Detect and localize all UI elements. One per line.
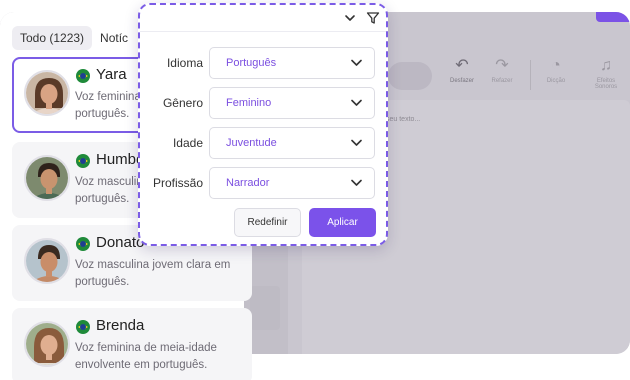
- voice-name: Donato: [96, 234, 145, 251]
- chevron-down-icon: [351, 179, 362, 186]
- app-screen: ↶ Desfazer ↷ Refazer ◔ Dicção ♫ Efeitos …: [0, 0, 630, 380]
- chevron-down-icon: [351, 99, 362, 106]
- music-note-icon: ♫: [600, 57, 612, 74]
- filter-row-gender: Gênero Feminino: [140, 87, 386, 119]
- avatar: [24, 70, 70, 116]
- filter-divider: [140, 31, 386, 32]
- avatar: [24, 238, 70, 284]
- voice-tabs: Todo (1223) Notíc: [12, 26, 136, 50]
- undo-tool[interactable]: ↶ Desfazer: [442, 56, 482, 84]
- voice-name: Brenda: [96, 317, 145, 334]
- diction-icon: ◔: [551, 57, 561, 74]
- language-select[interactable]: Português: [209, 47, 375, 79]
- filter-icon[interactable]: [366, 11, 380, 25]
- voice-name: Yara: [96, 66, 127, 83]
- filter-label: Idade: [172, 136, 203, 150]
- tab-news[interactable]: Notíc: [92, 26, 136, 50]
- top-right-badge: [596, 12, 630, 22]
- chevron-down-icon[interactable]: [344, 12, 356, 24]
- profession-select[interactable]: Narrador: [209, 167, 375, 199]
- redo-tool[interactable]: ↷ Refazer: [482, 56, 522, 84]
- select-value: Português: [226, 57, 277, 69]
- brazil-flag-icon: [76, 320, 90, 334]
- brazil-flag-icon: [76, 69, 90, 83]
- select-value: Feminino: [226, 97, 272, 109]
- editor-placeholder: seu texto...: [386, 116, 421, 123]
- redo-icon: ↷: [495, 57, 509, 74]
- filter-row-age: Idade Juventude: [140, 127, 386, 159]
- brazil-flag-icon: [76, 237, 90, 251]
- filter-label: Profissão: [152, 176, 203, 190]
- sound-effects-tool[interactable]: ♫ Efeitos Sonoros: [586, 56, 626, 90]
- apply-button[interactable]: Aplicar: [309, 208, 376, 237]
- undo-label: Desfazer: [449, 78, 474, 84]
- voice-description: Voz masculina jovem clara em português.: [75, 259, 231, 288]
- age-select[interactable]: Juventude: [209, 127, 375, 159]
- filter-popover: Idioma Português Gênero Feminino Idade J…: [138, 3, 388, 246]
- reset-button[interactable]: Redefinir: [234, 208, 301, 237]
- diction-label: Dicção: [546, 78, 566, 84]
- avatar: [24, 155, 70, 201]
- chevron-down-icon: [351, 59, 362, 66]
- sound-effects-label: Efeitos Sonoros: [594, 78, 618, 90]
- voice-description: Voz feminina de meia-idade envolvente em…: [75, 342, 217, 371]
- filter-label: Gênero: [162, 96, 203, 110]
- toolbar-divider: [530, 60, 531, 90]
- filter-row-language: Idioma Português: [140, 47, 386, 79]
- filter-row-profession: Profissão Narrador: [140, 167, 386, 199]
- chevron-down-icon: [351, 139, 362, 146]
- diction-tool[interactable]: ◔ Dicção: [536, 56, 576, 84]
- toolbar-pill[interactable]: [388, 62, 432, 90]
- redo-label: Refazer: [491, 78, 513, 84]
- tab-all[interactable]: Todo (1223): [12, 26, 93, 50]
- filter-label: Idioma: [166, 56, 203, 70]
- gender-select[interactable]: Feminino: [209, 87, 375, 119]
- avatar: [24, 321, 70, 367]
- brazil-flag-icon: [76, 154, 90, 168]
- undo-icon: ↶: [455, 57, 469, 74]
- select-value: Juventude: [226, 137, 277, 149]
- select-value: Narrador: [226, 177, 270, 189]
- voice-card-brenda[interactable]: Brenda Voz feminina de meia-idade envolv…: [12, 308, 252, 380]
- filter-header-icons: [344, 11, 380, 25]
